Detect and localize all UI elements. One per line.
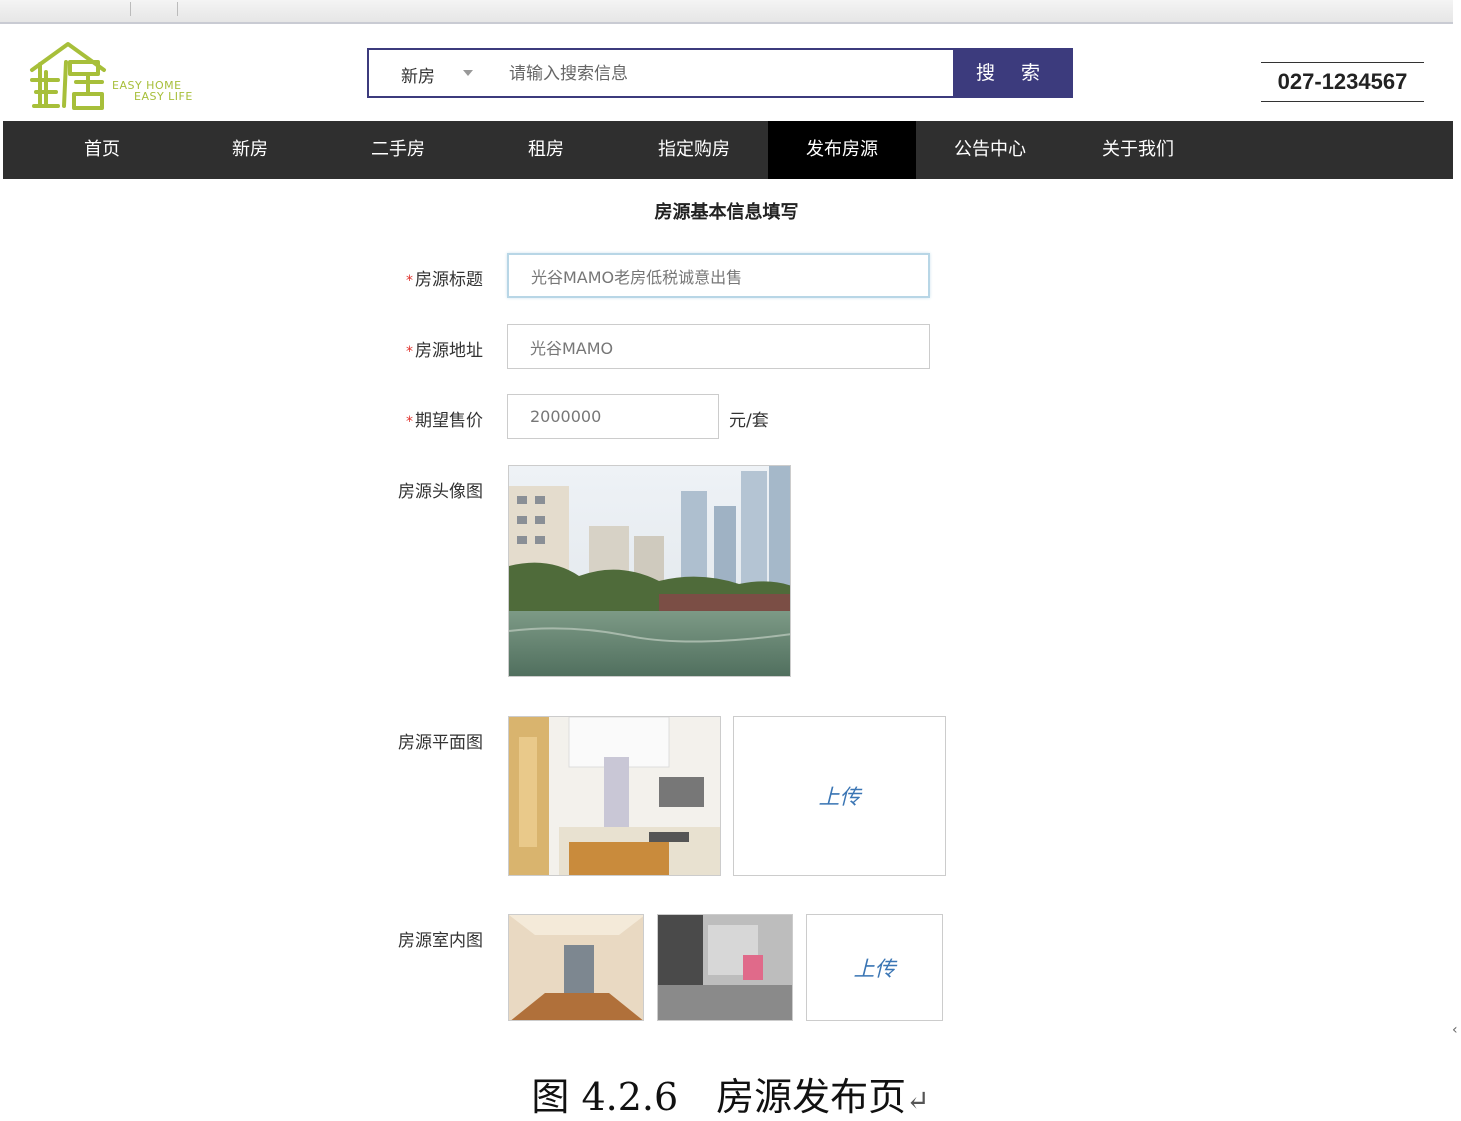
- title-field: [507, 253, 930, 298]
- interior-label: 房源室内图: [398, 931, 483, 951]
- price-field: [507, 394, 719, 439]
- nav-item-announcements[interactable]: 公告中心: [916, 121, 1064, 179]
- search-bar: 新房 搜 索: [367, 48, 1073, 98]
- nav-item-rent[interactable]: 租房: [472, 121, 620, 179]
- interior-photo-2[interactable]: [657, 914, 793, 1021]
- upload-label: 上传: [853, 956, 896, 981]
- nav-item-home[interactable]: 首页: [28, 121, 176, 179]
- price-input[interactable]: [508, 395, 718, 438]
- required-mark: *: [406, 414, 413, 430]
- nav-item-second-hand[interactable]: 二手房: [324, 121, 472, 179]
- kitchen-interior-photo-image: [658, 915, 792, 1020]
- site-logo[interactable]: EASY HOME EASY LIFE: [28, 40, 208, 112]
- cover-photo-image: [509, 466, 790, 676]
- caption-text: 图 4.2.6 房源发布页: [531, 1075, 907, 1119]
- required-mark: *: [406, 344, 413, 360]
- hotline-phone: 027-1234567: [1261, 62, 1424, 102]
- floorplan-label: 房源平面图: [398, 733, 483, 753]
- floorplan-upload-button[interactable]: 上传: [733, 716, 946, 876]
- kitchen-photo-image: [509, 717, 720, 875]
- price-unit: 元/套: [729, 411, 769, 431]
- house-logo-icon: [30, 42, 106, 110]
- required-mark: *: [406, 273, 413, 289]
- chevron-down-icon[interactable]: [463, 70, 473, 76]
- address-label: * 房源地址: [406, 341, 483, 361]
- floorplan-photo[interactable]: [508, 716, 721, 876]
- nav-item-designated-purchase[interactable]: 指定购房: [620, 121, 768, 179]
- cover-photo[interactable]: [508, 465, 791, 677]
- nav-item-publish-listing[interactable]: 发布房源: [768, 121, 916, 179]
- cover-image-label: 房源头像图: [398, 482, 483, 502]
- price-label: * 期望售价: [406, 411, 483, 431]
- logo-tagline-2: EASY LIFE: [134, 90, 193, 103]
- interior-photo-1[interactable]: [508, 914, 644, 1021]
- title-input[interactable]: [509, 255, 928, 296]
- address-field: [507, 324, 930, 369]
- search-category-select[interactable]: 新房: [401, 62, 435, 87]
- form-heading: 房源基本信息填写: [654, 202, 799, 223]
- search-input[interactable]: [507, 58, 951, 90]
- room-photo-image: [509, 915, 643, 1020]
- return-mark: ↵: [906, 1084, 930, 1117]
- interior-upload-button[interactable]: 上传: [806, 914, 943, 1021]
- main-nav: 首页 新房 二手房 租房 指定购房 发布房源 公告中心 关于我们: [3, 121, 1453, 179]
- nav-item-new-house[interactable]: 新房: [176, 121, 324, 179]
- strip-tab-stub: [130, 2, 178, 16]
- nav-item-about-us[interactable]: 关于我们: [1064, 121, 1212, 179]
- figure-caption: 图 4.2.6 房源发布页↵: [0, 1066, 1461, 1121]
- side-arrow-icon: ‹: [1452, 1022, 1458, 1038]
- search-button[interactable]: 搜 索: [953, 48, 1073, 98]
- address-input[interactable]: [508, 325, 929, 368]
- browser-top-strip: [0, 0, 1453, 24]
- title-label: * 房源标题: [406, 270, 483, 290]
- upload-label: 上传: [818, 785, 861, 809]
